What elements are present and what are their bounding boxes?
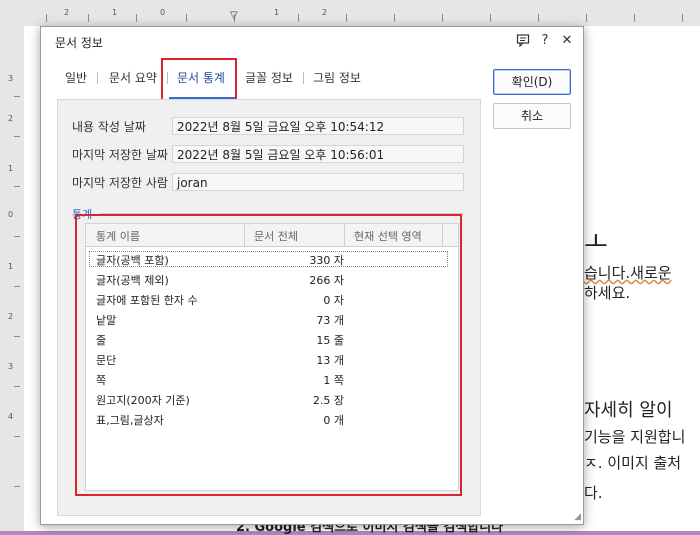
comment-icon[interactable] [515,33,531,49]
tab-divider [97,72,98,84]
tab-font-info[interactable]: 글꼴 정보 [245,69,293,86]
vertical-ruler[interactable]: 3 2 1 0 1 2 3 4 [0,26,25,531]
tab-divider [303,72,304,84]
doc-line: ㅈ. 이미지 출처 [584,454,682,472]
saved-by-field: joran [172,173,464,191]
statistics-highlight-box [75,214,462,496]
ruler-number: 2 [8,114,14,123]
ruler-number: 3 [8,74,14,83]
doc-line: 하세요. [584,284,631,302]
ruler-number: 1 [112,8,118,17]
dialog-titlebar[interactable]: 문서 정보 ? ✕ [41,27,583,55]
doc-line: ㅗ [584,228,608,258]
saved-date-label: 마지막 저장한 날짜 [72,148,168,162]
ruler-number: 2 [322,8,328,17]
doc-line: 다. [584,484,603,502]
ruler-number: 1 [8,262,14,271]
indent-marker-icon[interactable]: ▽ [230,10,238,21]
resize-grip-icon[interactable]: ◢ [574,512,581,522]
ruler-number: 1 [274,8,280,17]
created-date-field: 2022년 8월 5일 금요일 오후 10:54:12 [172,117,464,135]
tab-summary[interactable]: 문서 요약 [109,69,157,86]
ok-button[interactable]: 확인(D) [493,69,571,95]
saved-by-label: 마지막 저장한 사람 [72,176,168,190]
ruler-number: 0 [8,210,14,219]
tab-image-info[interactable]: 그림 정보 [313,69,361,86]
created-date-label: 내용 작성 날짜 [72,120,146,134]
ruler-number: 1 [8,164,14,173]
horizontal-ruler[interactable]: 2 1 0 1 2 ▽ [0,0,700,27]
ruler-number: 4 [8,412,14,421]
ruler-number: 0 [160,8,166,17]
cancel-button[interactable]: 취소 [493,103,571,129]
doc-line: 기능을 지원합니 [584,428,686,446]
help-icon[interactable]: ? [537,33,553,49]
ruler-number: 2 [8,312,14,321]
saved-date-field: 2022년 8월 5일 금요일 오후 10:56:01 [172,145,464,163]
doc-line: 습니다.새로운 [584,264,672,282]
dialog-title: 문서 정보 [55,36,103,50]
ruler-number: 3 [8,362,14,371]
doc-line: 자세히 알이 [584,400,673,421]
tab-highlight-box [161,58,237,101]
document-info-dialog[interactable]: 문서 정보 ? ✕ 일반 문서 요약 문서 통계 글꼴 정보 그림 정보 내용 … [40,26,584,525]
tab-general[interactable]: 일반 [65,69,87,86]
ruler-number: 2 [64,8,70,17]
close-icon[interactable]: ✕ [559,33,575,49]
